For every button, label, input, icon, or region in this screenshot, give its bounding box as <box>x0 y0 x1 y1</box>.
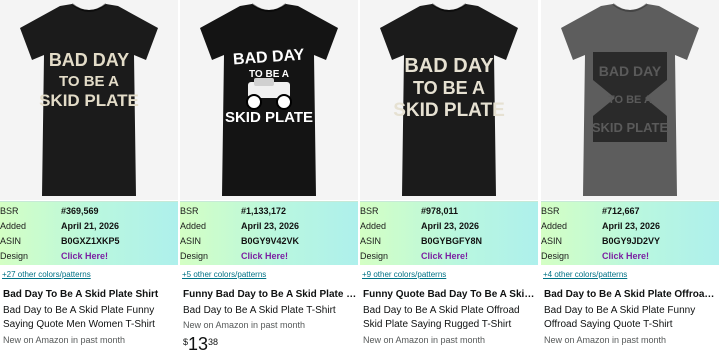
design-row: Design Click Here! <box>360 249 538 264</box>
design-text: BAD DAY <box>599 63 662 79</box>
design-text: TO BE A <box>59 73 119 90</box>
design-text: SKID PLATE <box>592 120 669 135</box>
product-card[interactable]: BAD DAY TO BE A SKID PLATE BSR #369,569 A… <box>0 0 178 350</box>
bsr-row: BSR #369,569 <box>0 204 178 219</box>
other-colors-link[interactable]: +4 other colors/patterns <box>543 270 627 279</box>
asin-label: ASIN <box>180 236 202 246</box>
product-stats-panel: BSR #1,133,172 Added April 23, 2026 ASIN B0… <box>180 201 358 265</box>
product-stats-panel: BSR #712,667 Added April 23, 2026 ASIN B0GY… <box>541 201 719 265</box>
product-card[interactable]: BAD DAY TO BE A SKID PLATE BSR #1,133,172… <box>180 0 358 350</box>
new-badge-text: New on Amazon in past month <box>183 320 306 330</box>
design-link[interactable]: Click Here! <box>421 249 468 264</box>
price-fraction: 38 <box>208 337 219 347</box>
product-card[interactable]: BAD DAY TO BE A SKID PLATE BSR #978,011 A… <box>360 0 538 350</box>
design-text: SKID PLATE <box>39 91 139 110</box>
added-row: Added April 23, 2026 <box>180 219 358 234</box>
price-whole: 13 <box>188 334 209 350</box>
product-image[interactable]: BAD DAY TO BE A SKID PLATE <box>541 0 719 200</box>
added-value: April 23, 2026 <box>421 221 480 231</box>
design-row: Design Click Here! <box>0 249 178 264</box>
added-label: Added <box>541 221 568 231</box>
design-text: TO BE A <box>413 78 485 98</box>
product-title[interactable]: Funny Quote Bad Day To Be A Skid Plate S… <box>363 289 538 300</box>
design-link[interactable]: Click Here! <box>602 249 649 264</box>
new-badge-text: New on Amazon in past month <box>3 335 126 345</box>
bsr-value: #712,667 <box>602 206 640 216</box>
product-title[interactable]: Bad Day To Be A Skid Plate Shirt <box>3 289 178 300</box>
product-card[interactable]: BAD DAY TO BE A SKID PLATE BSR #712,667 A… <box>541 0 719 350</box>
design-text: SKID PLATE <box>225 109 313 126</box>
asin-row: ASIN B0GXZ1XKP5 <box>0 234 178 249</box>
product-image[interactable]: BAD DAY TO BE A SKID PLATE <box>180 0 358 200</box>
tshirt-image: BAD DAY TO BE A SKID PLATE <box>20 3 158 196</box>
asin-value: B0GY9JD2VY <box>602 236 661 246</box>
design-text: SKID PLATE <box>393 100 505 121</box>
design-label: Design <box>180 251 209 261</box>
added-value: April 21, 2026 <box>61 221 120 231</box>
new-badge-text: New on Amazon in past month <box>363 335 486 345</box>
bsr-label: BSR <box>541 206 560 216</box>
price-symbol: $ <box>183 337 189 347</box>
other-colors-link[interactable]: +27 other colors/patterns <box>2 270 91 279</box>
bsr-value: #369,569 <box>61 206 99 216</box>
asin-row: ASIN B0GY9JD2VY <box>541 234 719 249</box>
bsr-row: BSR #712,667 <box>541 204 719 219</box>
asin-label: ASIN <box>0 236 22 246</box>
design-row: Design Click Here! <box>180 249 358 264</box>
design-link[interactable]: Click Here! <box>61 249 108 264</box>
added-value: April 23, 2026 <box>602 221 661 231</box>
asin-value: B0GYBGFY8N <box>421 236 483 246</box>
design-label: Design <box>0 251 29 261</box>
bsr-label: BSR <box>360 206 379 216</box>
asin-value: B0GY9V42VK <box>241 236 300 246</box>
other-colors-link[interactable]: +9 other colors/patterns <box>362 270 446 279</box>
bsr-row: BSR #978,011 <box>360 204 538 219</box>
product-subtitle[interactable]: Bad Day to Be A Skid Plate T-Shirt <box>183 304 358 318</box>
other-colors-link[interactable]: +5 other colors/patterns <box>182 270 266 279</box>
added-label: Added <box>0 221 27 231</box>
design-link[interactable]: Click Here! <box>241 249 288 264</box>
product-image[interactable]: BAD DAY TO BE A SKID PLATE <box>360 0 538 200</box>
product-subtitle[interactable]: Bad Day to Be A Skid Plate Funny Offroad… <box>544 304 719 332</box>
product-subtitle[interactable]: Bad Day to Be A Skid Plate Offroad Skid … <box>363 304 538 332</box>
product-stats-panel: BSR #369,569 Added April 21, 2026 ASIN B0GX… <box>0 201 178 265</box>
product-image[interactable]: BAD DAY TO BE A SKID PLATE <box>0 0 178 200</box>
product-title[interactable]: Funny Bad Day to Be A Skid Plate Tee <box>183 289 358 300</box>
tshirt-image: BAD DAY TO BE A SKID PLATE <box>380 3 518 196</box>
bsr-row: BSR #1,133,172 <box>180 204 358 219</box>
tshirt-image: BAD DAY TO BE A SKID PLATE <box>561 3 699 196</box>
design-text: BAD DAY <box>404 55 494 77</box>
bsr-value: #1,133,172 <box>241 206 287 216</box>
asin-row: ASIN B0GYBGFY8N <box>360 234 538 249</box>
asin-label: ASIN <box>541 236 563 246</box>
product-stats-panel: BSR #978,011 Added April 23, 2026 ASIN B0GY… <box>360 201 538 265</box>
added-row: Added April 23, 2026 <box>541 219 719 234</box>
new-badge-text: New on Amazon in past month <box>544 335 667 345</box>
bsr-value: #978,011 <box>421 206 459 216</box>
product-subtitle[interactable]: Bad Day to Be A Skid Plate Funny Saying … <box>3 304 178 332</box>
design-label: Design <box>541 251 570 261</box>
price: $1338 <box>183 335 218 350</box>
added-row: Added April 23, 2026 <box>360 219 538 234</box>
product-grid: BAD DAY TO BE A SKID PLATE BSR #369,569 A… <box>0 0 720 350</box>
product-title[interactable]: Bad Day to Be A Skid Plate Offroad Shirt <box>544 289 719 300</box>
design-label: Design <box>360 251 389 261</box>
bsr-label: BSR <box>0 206 19 216</box>
added-value: April 23, 2026 <box>241 221 300 231</box>
added-label: Added <box>180 221 207 231</box>
design-row: Design Click Here! <box>541 249 719 264</box>
design-text: BAD DAY <box>49 50 129 70</box>
tshirt-image: BAD DAY TO BE A SKID PLATE <box>200 3 338 196</box>
asin-row: ASIN B0GY9V42VK <box>180 234 358 249</box>
asin-value: B0GXZ1XKP5 <box>61 236 120 246</box>
added-row: Added April 21, 2026 <box>0 219 178 234</box>
design-text: TO BE A <box>608 94 652 106</box>
bsr-label: BSR <box>180 206 199 216</box>
added-label: Added <box>360 221 387 231</box>
asin-label: ASIN <box>360 236 382 246</box>
